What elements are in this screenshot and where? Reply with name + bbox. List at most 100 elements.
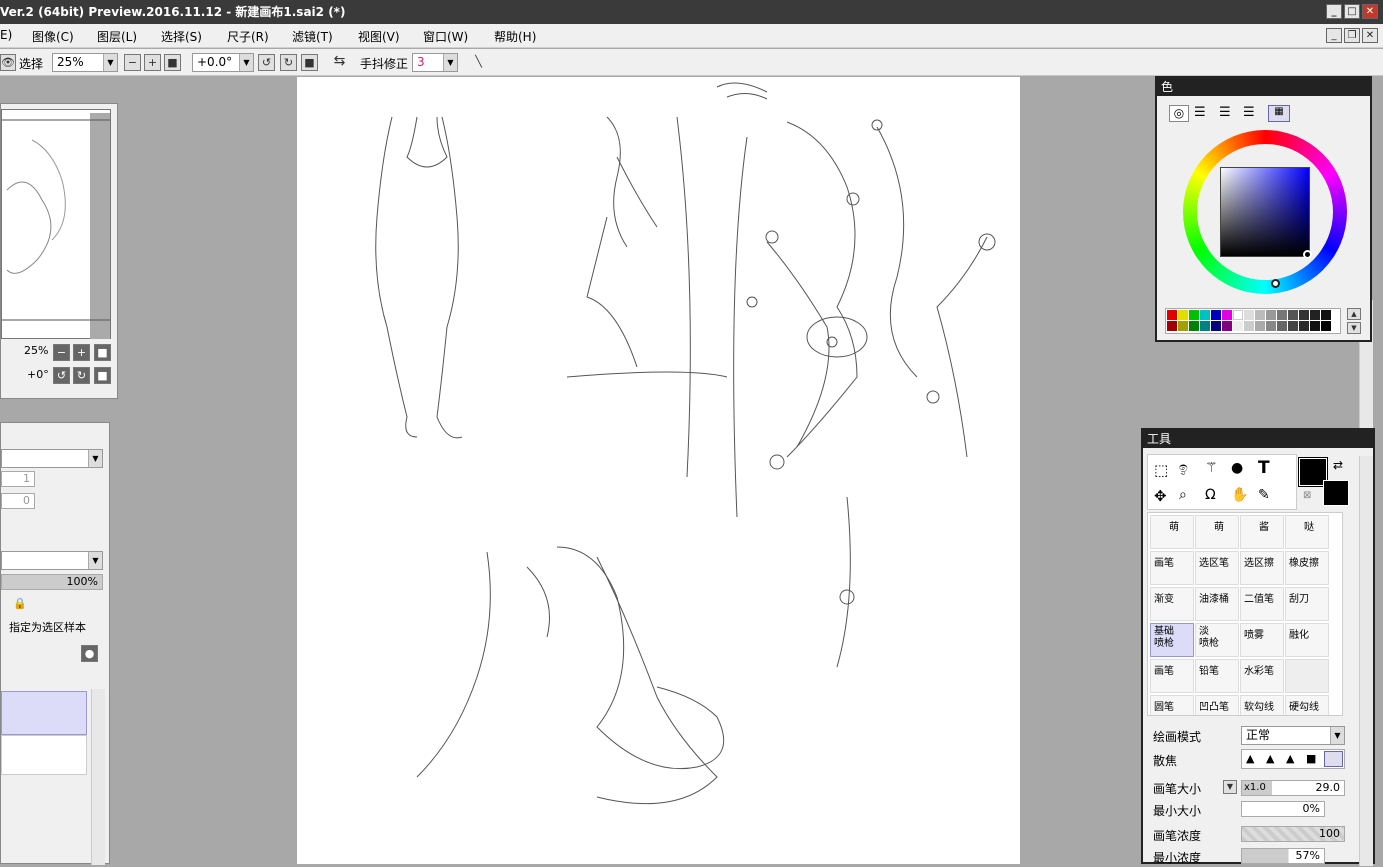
navigator-preview[interactable] (1, 109, 111, 339)
density-slider[interactable]: 100 (1241, 826, 1345, 842)
tool-panel-scrollbar[interactable] (1359, 456, 1373, 866)
zoom-dropdown[interactable]: 25% ▼ (52, 53, 118, 72)
color-mixer-tab-icon[interactable]: ☰ (1243, 105, 1255, 120)
min-size-slider[interactable]: 0% (1241, 801, 1325, 817)
hue-picker-handle[interactable] (1271, 279, 1280, 288)
sv-picker-handle[interactable] (1303, 250, 1312, 259)
shape-square-icon[interactable] (1324, 751, 1343, 767)
hsv-slider-tab-icon[interactable]: ☰ (1219, 105, 1231, 120)
preset-cell[interactable]: 酱 (1240, 515, 1284, 549)
eyedropper-icon[interactable]: ✎ (1258, 487, 1270, 503)
transparent-color-icon[interactable]: ⊠ (1303, 490, 1311, 501)
preset-cell[interactable]: 萌 (1195, 515, 1239, 549)
doc-close-button[interactable]: ✕ (1362, 28, 1378, 43)
new-layer-button[interactable]: ● (81, 645, 98, 662)
color-wheel-tab-icon[interactable]: ◎ (1169, 105, 1189, 122)
menu-layer[interactable]: 图层(L) (97, 28, 137, 45)
line-tool-icon[interactable]: ╲ (470, 54, 487, 71)
brush-cell[interactable]: 渐变 (1150, 587, 1194, 621)
preset-cell[interactable]: 哒 (1285, 515, 1329, 549)
rect-select-icon[interactable]: ⬚ (1154, 461, 1168, 479)
saturation-value-square[interactable] (1220, 167, 1310, 257)
nav-rotate-reset-button[interactable]: ■ (94, 367, 111, 384)
layer-value-2[interactable]: 0 (1, 493, 35, 509)
nav-zoom-out-button[interactable]: − (53, 344, 70, 361)
menu-image[interactable]: 图像(C) (32, 28, 74, 45)
swatch-scroll-up-icon[interactable]: ▲ (1347, 308, 1361, 320)
sample-selection-label[interactable]: 指定为选区样本 (9, 619, 86, 635)
minimize-button[interactable]: _ (1326, 4, 1342, 19)
brush-cell[interactable]: 硬勾线笔 (1285, 695, 1329, 715)
nav-rotate-cw-button[interactable]: ↻ (73, 367, 90, 384)
menu-window[interactable]: 窗口(W) (423, 28, 468, 45)
rotate-ccw-button[interactable]: ↺ (258, 54, 275, 71)
select-toggle-label[interactable]: 选择 (19, 55, 43, 72)
brush-cell[interactable]: 画笔 (1150, 551, 1194, 585)
menu-view[interactable]: 视图(V) (358, 28, 400, 45)
move-icon[interactable]: ✥ (1154, 487, 1167, 505)
rotate-reset-button[interactable]: ■ (301, 54, 318, 71)
shape-flat-icon[interactable]: ■ (1306, 752, 1316, 765)
zoom-out-button[interactable]: − (124, 54, 141, 71)
nav-zoom-reset-button[interactable]: ■ (94, 344, 111, 361)
brush-cell[interactable]: 选区擦 (1240, 551, 1284, 585)
brush-cell[interactable]: 刮刀 (1285, 587, 1329, 621)
flip-horizontal-icon[interactable]: ⇆ (331, 54, 348, 71)
blend-mode-dropdown[interactable]: ▼ (1, 449, 103, 468)
doc-minimize-button[interactable]: _ (1326, 28, 1342, 43)
maximize-button[interactable]: □ (1344, 4, 1360, 19)
brush-cell[interactable]: 画笔 (1150, 659, 1194, 693)
swatches-tab-icon[interactable]: ▦ (1268, 105, 1290, 122)
layer-opacity-bar[interactable]: 100% (1, 574, 103, 590)
shape-soft-icon[interactable]: ▲ (1246, 752, 1254, 765)
shape-icon[interactable]: ● (1231, 460, 1243, 476)
close-button[interactable]: ✕ (1362, 4, 1378, 19)
menu-help[interactable]: 帮助(H) (494, 28, 536, 45)
min-density-slider[interactable]: 57% (1241, 848, 1325, 864)
zoom-icon[interactable]: ⌕ (1179, 487, 1187, 503)
text-icon[interactable]: T (1258, 458, 1270, 478)
doc-restore-button[interactable]: ❐ (1344, 28, 1360, 43)
brush-cell[interactable]: 淡 喷枪 (1195, 623, 1239, 657)
layer-value-1[interactable]: 1 (1, 471, 35, 487)
secondary-color-swatch[interactable] (1323, 480, 1349, 506)
rotate-cw-button[interactable]: ↻ (280, 54, 297, 71)
brush-cell[interactable]: 橡皮擦 (1285, 551, 1329, 585)
brush-cell[interactable]: 软勾线笔 (1240, 695, 1284, 715)
brush-cell[interactable]: 油漆桶 (1195, 587, 1239, 621)
layer-row-selected[interactable] (1, 691, 87, 735)
zoom-in-button[interactable]: + (144, 54, 161, 71)
menu-select[interactable]: 选择(S) (161, 28, 202, 45)
rgb-slider-tab-icon[interactable]: ☰ (1194, 105, 1206, 120)
drawing-canvas[interactable] (297, 77, 1020, 864)
brush-shape-selector[interactable]: ▲ ▲ ▲ ■ (1241, 749, 1345, 769)
brush-size-slider[interactable]: x1.0 29.0 (1241, 780, 1345, 796)
shape-hard-icon[interactable]: ▲ (1286, 752, 1294, 765)
swatch-grid[interactable] (1165, 308, 1341, 334)
stabilizer-dropdown[interactable]: 3 ▼ (412, 53, 458, 72)
magic-wand-icon[interactable]: ⚚ (1205, 460, 1218, 476)
brush-cell-empty[interactable] (1285, 659, 1329, 693)
zoom-reset-button[interactable]: ■ (164, 54, 181, 71)
menu-ruler[interactable]: 尺子(R) (227, 28, 269, 45)
layer-mode-dropdown[interactable]: ▼ (1, 551, 103, 570)
layer-scrollbar[interactable] (91, 689, 105, 865)
layer-row[interactable] (1, 735, 87, 775)
eye-icon[interactable]: 👁 (0, 54, 16, 71)
menu-filter[interactable]: 滤镜(T) (292, 28, 333, 45)
brush-cell[interactable]: 喷雾 (1240, 623, 1284, 657)
nav-rotate-ccw-button[interactable]: ↺ (53, 367, 70, 384)
brush-cell[interactable]: 圆笔 (1150, 695, 1194, 715)
draw-mode-dropdown[interactable]: 正常 ▼ (1241, 726, 1345, 745)
nav-zoom-in-button[interactable]: + (73, 344, 90, 361)
brush-size-mult-dropdown[interactable]: ▼ (1223, 780, 1237, 794)
shape-medium-icon[interactable]: ▲ (1266, 752, 1274, 765)
brush-cell[interactable]: 选区笔 (1195, 551, 1239, 585)
lasso-icon[interactable]: ඉ (1179, 460, 1188, 476)
swatch-scroll-down-icon[interactable]: ▼ (1347, 322, 1361, 334)
menu-edit[interactable]: E) (0, 28, 12, 42)
brush-cell[interactable]: 融化 (1285, 623, 1329, 657)
brush-cell[interactable]: 二值笔 (1240, 587, 1284, 621)
brush-cell[interactable]: 铅笔 (1195, 659, 1239, 693)
hand-icon[interactable]: ✋ (1231, 487, 1248, 503)
